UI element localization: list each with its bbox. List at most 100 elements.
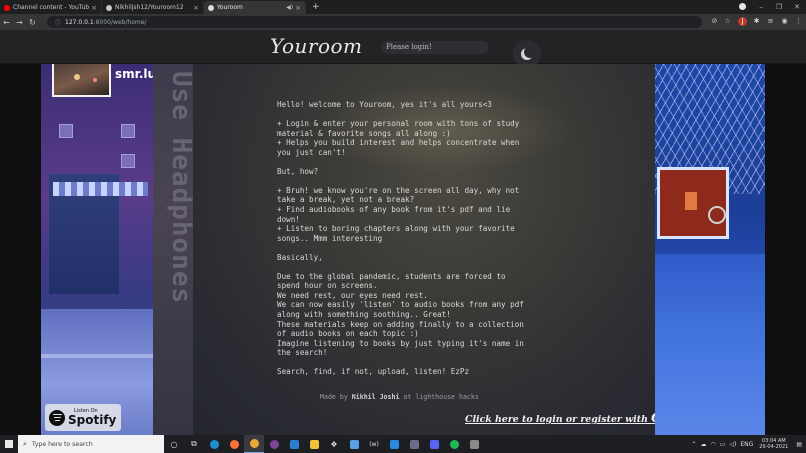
close-window-button[interactable]: ✕ [788, 3, 806, 11]
reload-icon[interactable]: ↻ [26, 18, 39, 27]
search-placeholder: Type here to search [31, 440, 93, 448]
paragraph: Due to the global pandemic, students are… [277, 271, 524, 358]
minimize-button[interactable]: – [752, 3, 770, 11]
site-header: Youroom Please login! [0, 30, 806, 68]
tab-label: Nikhiljsh12/Youroom12 [115, 4, 184, 11]
moon-icon [524, 46, 536, 58]
login-prompt[interactable]: Please login! [381, 41, 489, 54]
app-icon[interactable] [344, 435, 364, 453]
close-icon[interactable]: × [295, 4, 301, 12]
tab-youroom[interactable]: Youroom ◀) × [204, 1, 306, 14]
star-icon[interactable]: ☆ [723, 17, 732, 26]
menu-icon[interactable]: ⋮ [794, 17, 803, 26]
video-background-left: smr.lu Listen On Spotify [41, 64, 156, 435]
firefox-icon[interactable] [224, 435, 244, 453]
start-button[interactable] [0, 435, 18, 453]
browser-toolbar: ← → ↻ ⓘ 127.0.0.1 :8000/web/home/ ⊘ ☆ J … [0, 14, 806, 30]
calculator-icon[interactable] [464, 435, 484, 453]
creator-name[interactable]: smr.lu [115, 67, 156, 81]
app-icon[interactable] [404, 435, 424, 453]
spotify-taskbar-icon[interactable] [444, 435, 464, 453]
chevron-up-icon[interactable]: ⌃ [691, 441, 696, 448]
tor-browser-icon[interactable] [264, 435, 284, 453]
lit-window-illustration [657, 167, 729, 239]
snowbank-illustration [655, 254, 765, 435]
video-background-right [655, 64, 765, 435]
dropbox-icon[interactable]: ❖ [324, 435, 344, 453]
paragraph: Search, find, if not, upload, listen! Ez… [277, 367, 470, 377]
spotify-large-label: Spotify [68, 413, 117, 427]
playlist-icon[interactable]: ≡ [766, 17, 775, 26]
close-icon[interactable]: × [91, 4, 97, 12]
tab-github-repo[interactable]: Nikhiljsh12/Youroom12 × [102, 1, 204, 14]
wifi-icon[interactable]: ◠ [710, 441, 715, 448]
media-control-icon[interactable] [739, 3, 746, 10]
browser-tabbar: Channel content - YouTube Studio × Nikhi… [0, 0, 806, 14]
taskbar-search[interactable]: ⌕ Type here to search [18, 435, 164, 453]
tab-label: Channel content - YouTube Studio [13, 4, 90, 11]
awning-illustration [53, 182, 148, 196]
address-host: 127.0.0.1 [65, 18, 94, 26]
maximize-button[interactable]: ❐ [770, 3, 788, 11]
task-view-icon[interactable]: ⧉ [184, 435, 204, 453]
address-path: :8000/web/home/ [93, 18, 147, 26]
chrome-icon[interactable] [244, 435, 264, 453]
clock-date: 26-04-2021 [759, 444, 789, 450]
window-controls: – ❐ ✕ [752, 0, 806, 14]
main-stage: smr.lu Listen On Spotify Use Headphones … [41, 64, 765, 435]
info-icon[interactable]: ⓘ [55, 18, 61, 27]
clock[interactable]: 03:04 AM 26-04-2021 [759, 438, 788, 451]
system-tray: ⌃ ☁ ◠ ▭ ◁) ENG 03:04 AM 26-04-2021 ▤ [689, 435, 806, 453]
cortana-icon[interactable]: ○ [164, 435, 184, 453]
paragraph: + Bruh! we know you're on the screen all… [277, 185, 520, 243]
notification-icon[interactable]: ▤ [796, 441, 802, 448]
edge-icon[interactable] [204, 435, 224, 453]
youtube-icon [4, 4, 10, 11]
channel-thumbnail[interactable] [52, 64, 111, 97]
volume-icon[interactable]: ◁) [729, 441, 736, 448]
cta-text: Click here to login or register with [465, 414, 652, 425]
back-icon[interactable]: ← [0, 18, 13, 27]
address-bar[interactable]: ⓘ 127.0.0.1 :8000/web/home/ [47, 16, 702, 28]
paragraph: + Login & enter your personal room with … [277, 119, 520, 157]
paragraph: Hello! welcome to Youroom, yes it's all … [277, 100, 492, 109]
paragraph: Basically, [277, 252, 323, 262]
tab-youtube-studio[interactable]: Channel content - YouTube Studio × [0, 1, 102, 14]
credits-prefix: Made by [320, 393, 348, 401]
speaker-icon[interactable]: ◀) [286, 4, 293, 11]
credits-suffix: at lighthouse hacks [403, 393, 479, 401]
github-icon [106, 4, 112, 11]
puzzle-icon[interactable]: ✱ [752, 17, 761, 26]
new-tab-button[interactable]: + [312, 1, 320, 14]
credits: Made by Nikhil Joshi at lighthouse hacks [320, 393, 479, 401]
close-icon[interactable]: × [193, 4, 199, 12]
intro-text: Hello! welcome to Youroom, yes it's all … [277, 100, 539, 386]
author-name: Nikhil Joshi [351, 393, 400, 401]
extension-icon[interactable]: J [738, 17, 747, 26]
use-headphones-title: Use Headphones [166, 71, 196, 305]
content-panel: Hello! welcome to Youroom, yes it's all … [193, 64, 691, 435]
tab-label: Youroom [217, 4, 243, 11]
street-illustration [41, 354, 153, 358]
windows-taskbar: ⌕ Type here to search ○ ⧉ ❖ (w) ⌃ ☁ ◠ ▭ … [0, 435, 806, 453]
window-illustration [121, 154, 135, 168]
brand-logo[interactable]: Youroom [270, 34, 363, 58]
search-icon: ⌕ [23, 439, 27, 448]
forward-icon[interactable]: → [13, 18, 26, 27]
terminal-icon[interactable]: (w) [364, 435, 384, 453]
discord-icon[interactable] [424, 435, 444, 453]
language-indicator[interactable]: ENG [740, 441, 753, 448]
listen-on-spotify-button[interactable]: Listen On Spotify [45, 404, 121, 431]
windows-icon [5, 440, 13, 448]
spotify-icon [49, 409, 65, 426]
cloud-icon[interactable]: ☁ [700, 441, 706, 448]
paragraph: But, how? [277, 166, 319, 176]
vscode-icon[interactable] [384, 435, 404, 453]
translate-icon[interactable]: ⊘ [710, 17, 719, 26]
battery-icon[interactable]: ▭ [720, 441, 726, 448]
file-explorer-icon[interactable] [304, 435, 324, 453]
globe-icon [208, 4, 214, 11]
mail-icon[interactable] [284, 435, 304, 453]
window-illustration [59, 124, 73, 138]
avatar[interactable]: ◉ [780, 17, 789, 26]
